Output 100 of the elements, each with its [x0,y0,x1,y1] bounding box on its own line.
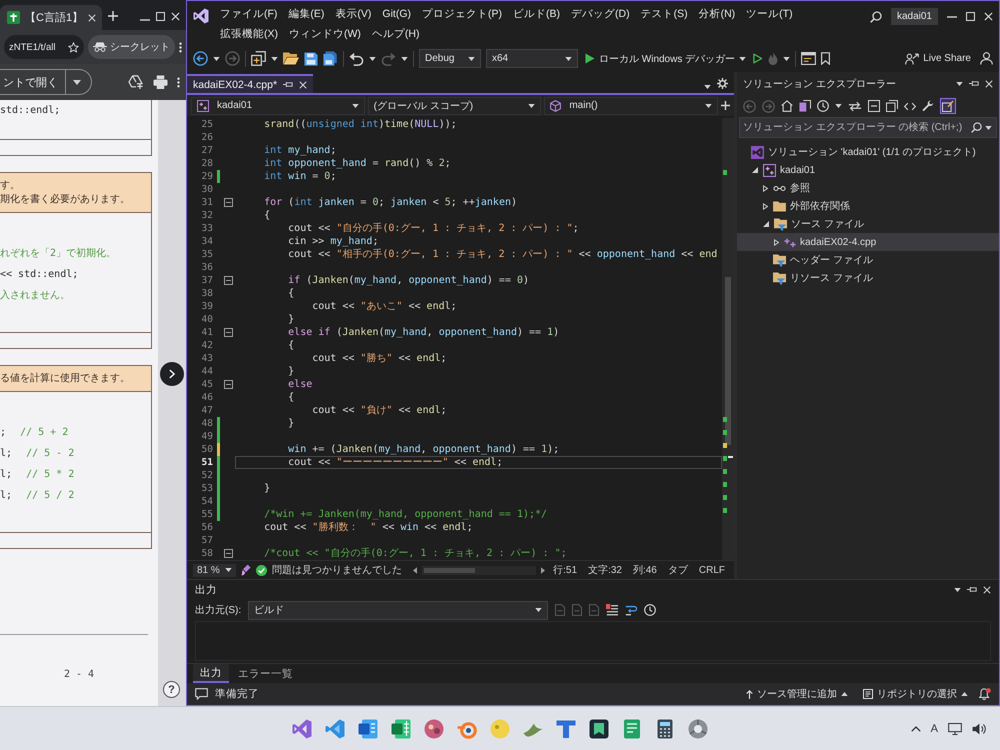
clock-icon[interactable] [817,100,829,112]
pages-icon[interactable] [251,51,266,66]
scroll-left-icon[interactable] [412,566,417,574]
files-icon[interactable] [886,100,898,112]
live-share-button[interactable]: Live Share [901,52,975,64]
more-icon[interactable] [177,76,180,88]
bookmark-icon[interactable] [821,52,830,65]
column-indicator[interactable]: 列:46 [630,563,660,577]
panel-tab[interactable]: 出力 [193,664,229,683]
close-icon[interactable] [88,14,96,22]
more-icon[interactable] [179,42,182,52]
pin-icon[interactable] [283,81,294,88]
play-outline-icon[interactable] [753,53,764,64]
member-dropdown[interactable]: main() [544,96,718,114]
expanded-arrow-icon[interactable] [763,221,769,227]
menu-item[interactable]: 拡張機能(X) [215,26,283,43]
pin-icon[interactable] [969,80,979,87]
brush-icon[interactable] [240,564,251,576]
start-debugging-button[interactable]: ローカル Windows デバッガー [583,52,748,66]
speech-bubble-icon[interactable] [195,688,208,700]
document-icon[interactable] [358,718,378,738]
panel-tab[interactable]: エラー一覧 [231,664,300,683]
speaker-icon[interactable] [972,722,986,734]
close-icon[interactable] [984,12,993,21]
collapse-icon[interactable] [224,328,232,337]
ime-indicator[interactable]: A [930,722,938,734]
caret-icon[interactable] [704,85,711,89]
caret-icon[interactable] [954,588,961,592]
flame-icon[interactable] [768,52,778,65]
caret-icon[interactable] [535,608,542,612]
caret-icon[interactable] [468,56,475,60]
source-control-button[interactable]: ソース管理に追加 [742,687,852,701]
dropdown-button[interactable] [66,69,92,95]
tree-item[interactable]: kadai01 [737,161,999,179]
list-icon[interactable] [606,604,618,616]
menu-item[interactable]: ファイル(F) [215,6,282,23]
caret-icon[interactable] [401,56,408,60]
menu-item[interactable]: Git(G) [377,6,416,23]
caret-icon[interactable] [213,56,220,60]
bell-icon[interactable] [979,688,991,700]
line-indicator[interactable]: 行:51 [550,563,580,577]
clock-icon[interactable] [644,604,656,616]
platform-dropdown[interactable]: x64 [486,49,578,68]
collapsed-arrow-icon[interactable] [763,184,768,192]
triangle-plus-icon[interactable] [128,75,144,89]
menu-item[interactable]: テスト(S) [636,6,693,23]
zoom-dropdown[interactable]: 81 % [193,564,236,576]
source-dropdown[interactable]: ビルド [248,600,548,620]
menu-item[interactable]: ツール(T) [741,6,798,23]
collapse-icon[interactable] [224,380,232,389]
redo-icon[interactable] [381,52,396,66]
line-ending-indicator[interactable]: CRLF [696,564,728,576]
document-tab[interactable]: kadaiEX02-4.cpp* [187,74,314,93]
caret-icon[interactable] [369,56,376,60]
caret-icon[interactable] [783,56,790,60]
next-page-button[interactable] [160,362,184,386]
caret-icon[interactable] [224,568,232,572]
caret-icon[interactable] [352,104,359,108]
collapse-all-icon[interactable] [868,100,880,112]
menu-item[interactable]: 編集(E) [283,6,330,23]
collapse-icon[interactable] [224,549,232,558]
repository-button[interactable]: リポジトリの選択 [859,687,972,701]
sphere-icon[interactable] [688,718,708,738]
browser-tab[interactable]: 【C言語1】 [0,5,102,30]
project-dropdown[interactable]: kadai01 [191,96,365,114]
star-icon[interactable] [68,42,79,52]
code-icon[interactable] [904,102,916,110]
wrench-icon[interactable] [922,100,934,112]
ribbon-logo-icon[interactable] [325,718,345,738]
calculator-icon[interactable] [655,718,675,738]
configuration-dropdown[interactable]: Debug [419,49,481,68]
incognito-button[interactable]: シークレット [88,35,175,59]
caret-icon[interactable] [705,104,712,108]
save-icon[interactable] [304,52,318,66]
menu-item[interactable]: ビルド(B) [508,6,565,23]
help-button[interactable]: ? [163,681,180,698]
chevron-up-icon[interactable] [910,726,921,732]
sync-icon[interactable] [848,100,862,112]
minimize-icon[interactable] [947,16,957,18]
search-icon[interactable] [870,10,882,22]
preview-toggle[interactable] [940,98,956,114]
page-icon[interactable] [589,604,600,616]
save-all-icon[interactable] [323,51,338,66]
horizontal-scrollbar[interactable] [422,566,536,574]
scroll-right-icon[interactable] [541,566,546,574]
close-icon[interactable] [299,80,308,88]
close-icon[interactable] [985,80,993,88]
menu-item[interactable]: ウィンドウ(W) [284,26,366,43]
switch-views-icon[interactable] [799,100,811,112]
open-folder-icon[interactable] [283,52,299,65]
beam-icon[interactable] [556,718,576,738]
menu-item[interactable]: ヘルプ(H) [366,26,424,43]
collapse-icon[interactable] [224,198,232,207]
maximize-icon[interactable] [156,12,165,21]
bookmark-tile-icon[interactable] [589,718,609,738]
issues-status[interactable]: 問題は見つかりませんでした [272,563,402,577]
tree-item[interactable]: 外部依存関係 [737,197,999,215]
plus-icon[interactable] [108,11,118,21]
tree-item[interactable]: kadaiEX02-4.cpp [737,233,999,251]
person-icon[interactable] [980,52,993,65]
